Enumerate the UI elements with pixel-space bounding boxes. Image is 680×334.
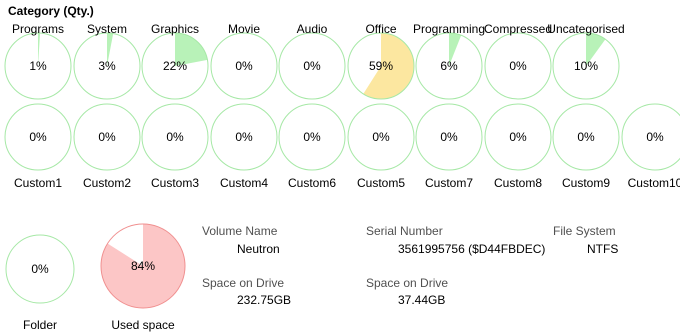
- category-percent: 22%: [162, 59, 188, 73]
- custom-percent: 0%: [29, 130, 47, 144]
- custom-percent: 0%: [303, 130, 321, 144]
- custom-label: Custom9: [561, 176, 611, 190]
- category-pie-system: 3%: [73, 32, 141, 100]
- category-pie-graphics: 22%: [141, 32, 209, 100]
- custom-label: Custom3: [150, 176, 200, 190]
- category-percent: 0%: [303, 59, 321, 73]
- section-title: Category (Qty.): [8, 4, 94, 18]
- custom-pie-custom4: 0%: [210, 103, 278, 171]
- custom-percent: 0%: [372, 130, 390, 144]
- volume-name-value: Neutron: [237, 242, 280, 256]
- custom-pie-custom5: 0%: [347, 103, 415, 171]
- file-system-value: NTFS: [587, 242, 619, 256]
- custom-percent: 0%: [509, 130, 527, 144]
- custom-pie-custom8: 0%: [484, 103, 552, 171]
- category-percent: 6%: [440, 59, 458, 73]
- custom-pie-custom10: 0%: [621, 103, 680, 171]
- used-space-percent: 84%: [130, 259, 156, 273]
- category-pie-office: 59%: [347, 32, 415, 100]
- category-pie-uncategorised: 10%: [552, 32, 620, 100]
- custom-pie-custom7: 0%: [415, 103, 483, 171]
- custom-pie-custom9: 0%: [552, 103, 620, 171]
- category-pie-programming: 6%: [415, 32, 483, 100]
- free-space-label: Space on Drive: [366, 276, 449, 290]
- custom-label: Custom6: [287, 176, 337, 190]
- custom-percent: 0%: [235, 130, 253, 144]
- category-percent: 0%: [235, 59, 253, 73]
- folder-pie: 0%: [5, 234, 75, 304]
- category-percent: 1%: [29, 59, 47, 73]
- custom-percent: 0%: [98, 130, 116, 144]
- category-pie-audio: 0%: [278, 32, 346, 100]
- category-percent: 59%: [368, 59, 394, 73]
- category-label: Graphics: [150, 22, 200, 36]
- folder-percent: 0%: [31, 262, 49, 276]
- serial-number-label: Serial Number: [366, 224, 443, 238]
- used-space-label: Used space: [111, 318, 175, 332]
- custom-label: Custom7: [424, 176, 474, 190]
- category-pie-movie: 0%: [210, 32, 278, 100]
- category-percent: 0%: [509, 59, 527, 73]
- category-label: Audio: [296, 22, 328, 36]
- custom-pie-custom2: 0%: [73, 103, 141, 171]
- serial-number-value: 3561995756 ($D44FBDEC): [398, 242, 546, 256]
- custom-percent: 0%: [646, 130, 664, 144]
- space-on-drive-value: 232.75GB: [237, 293, 292, 307]
- custom-percent: 0%: [440, 130, 458, 144]
- custom-percent: 0%: [577, 130, 595, 144]
- volume-name-label: Volume Name: [202, 224, 278, 238]
- file-system-label: File System: [553, 224, 616, 238]
- category-percent: 10%: [573, 59, 599, 73]
- custom-percent: 0%: [166, 130, 184, 144]
- custom-pie-custom1: 0%: [4, 103, 72, 171]
- custom-pie-custom3: 0%: [141, 103, 209, 171]
- used-space-pie: 84%: [100, 223, 186, 309]
- category-percent: 3%: [98, 59, 116, 73]
- category-label: Uncategorised: [547, 22, 625, 36]
- category-label: Programming: [412, 22, 486, 36]
- custom-pie-custom6: 0%: [278, 103, 346, 171]
- category-pie-programs: 1%: [4, 32, 72, 100]
- folder-label: Folder: [22, 318, 57, 332]
- custom-label: Custom10: [627, 176, 680, 190]
- space-on-drive-label: Space on Drive: [202, 276, 285, 290]
- free-space-value: 37.44GB: [398, 293, 446, 307]
- category-pie-compressed: 0%: [484, 32, 552, 100]
